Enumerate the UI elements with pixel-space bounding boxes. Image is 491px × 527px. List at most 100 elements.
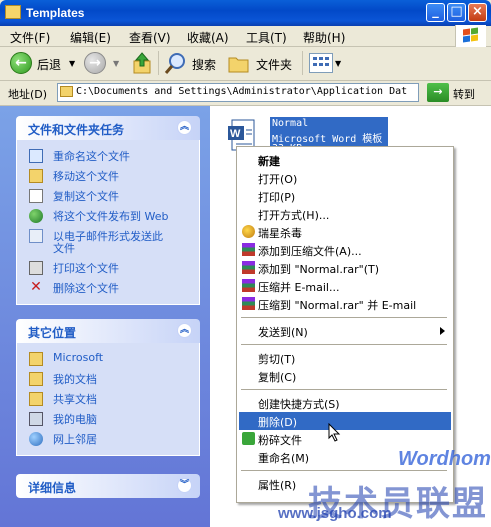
place-label: 共享文档 xyxy=(53,393,97,406)
menu-separator xyxy=(241,317,447,318)
menu-item-add-to-normal-rar[interactable]: 添加到 "Normal.rar"(T) xyxy=(239,259,451,277)
toolbar-separator xyxy=(158,51,159,75)
toolbar: ← 后退 ▼ → ▼ 搜索 文件夹 ▼ xyxy=(0,47,491,81)
menu-item-label: 添加到压缩文件(A)... xyxy=(258,245,362,258)
menu-item-label: 发送到(N) xyxy=(258,326,308,339)
collapse-chevron-icon[interactable]: ︽ xyxy=(177,323,192,338)
address-label: 地址(D) xyxy=(8,88,48,101)
menu-file[interactable]: 文件(F) xyxy=(10,29,50,46)
menu-item-label: 剪切(T) xyxy=(258,353,296,366)
details-panel-title: 详细信息 xyxy=(28,481,77,495)
maximize-button[interactable]: □ xyxy=(447,3,466,22)
collapse-chevron-icon[interactable]: ︽ xyxy=(177,120,192,135)
tasks-panel-body: 重命名这个文件 移动这个文件 复制这个文件 将这个文件发布到 Web 以电子邮件… xyxy=(16,140,200,305)
minimize-button[interactable]: _ xyxy=(426,3,445,22)
network-icon xyxy=(29,432,43,446)
menu-item-label: 压缩并 E-mail... xyxy=(258,281,340,294)
task-label: 移动这个文件 xyxy=(53,170,119,183)
menu-item-label: 压缩到 "Normal.rar" 并 E-mail xyxy=(258,299,417,312)
menu-item-open[interactable]: 打开(O) xyxy=(239,169,451,187)
rename-icon xyxy=(29,149,43,163)
menu-item-cut[interactable]: 剪切(T) xyxy=(239,349,451,367)
menu-favorites[interactable]: 收藏(A) xyxy=(187,29,229,46)
folder-icon xyxy=(29,352,43,366)
expand-chevron-icon[interactable]: ︾ xyxy=(177,478,192,493)
tasks-panel-title: 文件和文件夹任务 xyxy=(28,123,125,137)
go-arrow-icon[interactable]: → xyxy=(427,83,449,102)
place-label: 网上邻居 xyxy=(53,433,97,446)
menu-item-label: 复制(C) xyxy=(258,371,297,384)
menu-item-open-with[interactable]: 打开方式(H)... xyxy=(239,205,451,223)
menu-view[interactable]: 查看(V) xyxy=(129,29,171,46)
back-arrow-icon[interactable]: ← xyxy=(10,52,32,74)
place-label: 我的电脑 xyxy=(53,413,97,426)
menu-item-label: 打开(O) xyxy=(258,173,298,186)
menu-item-label: 打印(P) xyxy=(258,191,296,204)
windows-logo-icon xyxy=(455,25,486,47)
toolbar-separator xyxy=(302,51,303,75)
menu-separator xyxy=(241,389,447,390)
task-label-line2: 文件 xyxy=(53,242,75,255)
folder-icon xyxy=(5,5,21,19)
winrar-icon xyxy=(242,297,255,310)
folder-icon xyxy=(60,86,73,97)
copy-icon xyxy=(29,189,43,203)
address-bar: 地址(D) C:\Documents and Settings\Administ… xyxy=(0,81,491,106)
close-button[interactable]: × xyxy=(468,3,487,22)
search-icon[interactable] xyxy=(164,52,188,76)
menu-item-print[interactable]: 打印(P) xyxy=(239,187,451,205)
move-icon xyxy=(29,169,43,183)
views-icon[interactable] xyxy=(309,53,333,73)
file-name: Normal xyxy=(272,118,309,129)
svg-text:W: W xyxy=(230,128,241,140)
delete-icon: ✕ xyxy=(30,279,42,295)
window-title: Templates xyxy=(26,6,85,20)
folders-button-label[interactable]: 文件夹 xyxy=(256,56,292,73)
title-bar[interactable]: Templates _ □ × xyxy=(0,0,491,26)
tasks-panel-header[interactable]: 文件和文件夹任务 ︽ xyxy=(16,116,200,140)
menu-item-label: 创建快捷方式(S) xyxy=(258,398,340,411)
address-input[interactable]: C:\Documents and Settings\Administrator\… xyxy=(57,83,419,102)
winrar-icon xyxy=(242,279,255,292)
go-button-label[interactable]: 转到 xyxy=(453,86,475,102)
menu-item-shred[interactable]: 粉碎文件 xyxy=(239,430,451,448)
forward-arrow-icon[interactable]: → xyxy=(84,52,106,74)
menu-item-create-shortcut[interactable]: 创建快捷方式(S) xyxy=(239,394,451,412)
menu-item-label: 添加到 "Normal.rar"(T) xyxy=(258,263,379,276)
folder-up-icon[interactable] xyxy=(131,51,153,75)
menu-item-label: 属性(R) xyxy=(258,479,297,492)
folders-icon[interactable] xyxy=(228,53,250,73)
forward-dropdown-icon[interactable]: ▼ xyxy=(113,59,119,68)
menu-tools[interactable]: 工具(T) xyxy=(246,29,287,46)
menu-item-new[interactable]: 新建 xyxy=(239,151,451,169)
menu-item-antivirus[interactable]: 瑞星杀毒 xyxy=(239,223,451,241)
menu-item-copy[interactable]: 复制(C) xyxy=(239,367,451,385)
winrar-icon xyxy=(242,243,255,256)
menu-item-add-to-archive[interactable]: 添加到压缩文件(A)... xyxy=(239,241,451,259)
menu-edit[interactable]: 编辑(E) xyxy=(70,29,111,46)
winrar-icon xyxy=(242,261,255,274)
task-label: 将这个文件发布到 Web xyxy=(53,210,169,223)
search-button-label[interactable]: 搜索 xyxy=(192,56,216,73)
menu-item-label: 新建 xyxy=(258,155,280,168)
menu-help[interactable]: 帮助(H) xyxy=(303,29,345,46)
shared-folder-icon xyxy=(29,392,43,406)
menu-item-compress-email[interactable]: 压缩并 E-mail... xyxy=(239,277,451,295)
antivirus-icon xyxy=(242,225,255,238)
menu-item-label: 瑞星杀毒 xyxy=(258,227,302,240)
menu-item-send-to[interactable]: 发送到(N) xyxy=(239,322,451,340)
details-panel-header[interactable]: 详细信息 ︾ xyxy=(16,474,200,498)
address-value: C:\Documents and Settings\Administrator\… xyxy=(76,86,408,97)
menu-item-delete[interactable]: 删除(D) xyxy=(239,412,451,430)
views-dropdown-icon[interactable]: ▼ xyxy=(335,59,341,68)
print-icon xyxy=(29,261,43,275)
back-button-label[interactable]: 后退 xyxy=(37,56,61,73)
my-computer-icon xyxy=(29,412,43,426)
places-panel-header[interactable]: 其它位置 ︽ xyxy=(16,319,200,343)
task-label: 重命名这个文件 xyxy=(53,150,130,163)
back-dropdown-icon[interactable]: ▼ xyxy=(69,59,75,68)
shred-icon xyxy=(242,432,255,445)
watermark-brand: Wordhome xyxy=(398,448,491,470)
menu-item-label: 删除(D) xyxy=(258,416,298,429)
menu-item-compress-to-rar-email[interactable]: 压缩到 "Normal.rar" 并 E-mail xyxy=(239,295,451,313)
